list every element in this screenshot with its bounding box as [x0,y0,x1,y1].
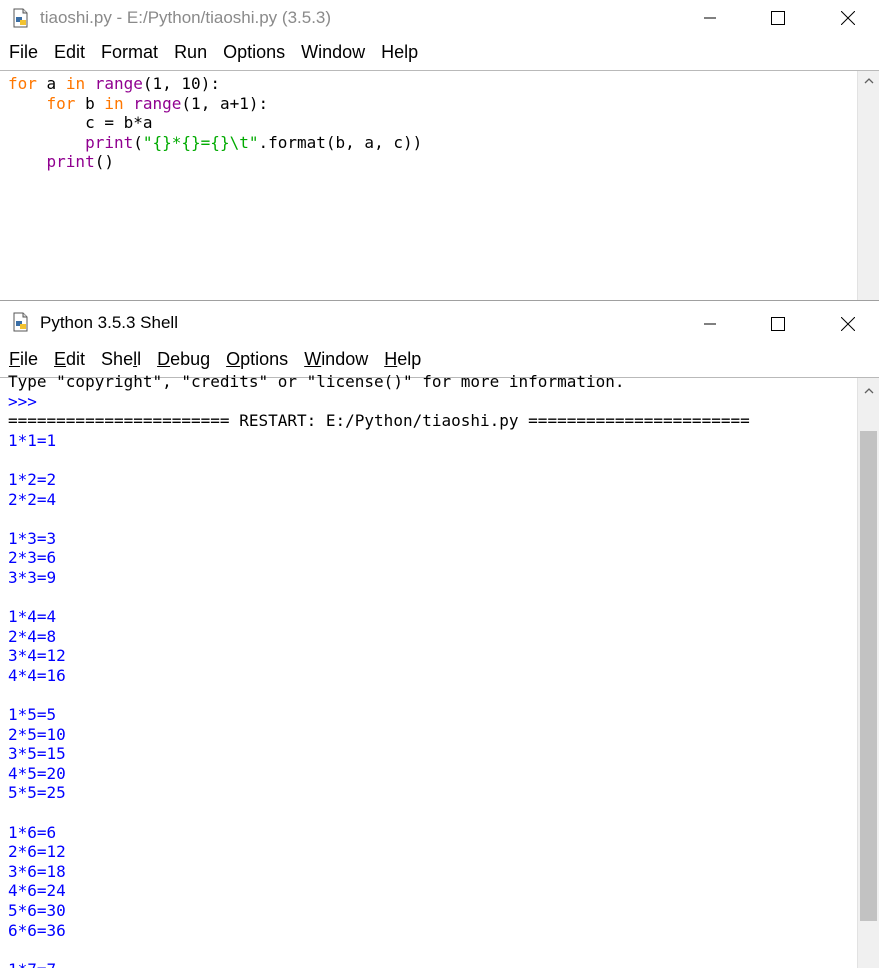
output-line: 1*1=1 [8,430,57,450]
output-line: 2*6=12 [8,842,66,862]
maximize-icon [771,317,785,331]
output-line: 1*2=2 [8,469,57,489]
menu-format[interactable]: Format [93,36,166,69]
shell-prompt: >>> [8,391,37,411]
output-line: 2*2=4 [8,489,57,509]
minimize-icon [704,323,716,325]
menu-shell[interactable]: Shell [93,343,149,376]
editor-titlebar[interactable]: tiaoshi.py - E:/Python/tiaoshi.py (3.5.3… [0,0,879,36]
output-line: 6*6=36 [8,920,66,940]
window-title: Python 3.5.3 Shell [40,313,178,332]
minimize-button[interactable] [687,301,733,347]
shell-output-pane[interactable]: Type "copyright", "credits" or "license(… [0,372,879,968]
editor-menubar: File Edit Format Run Options Window Help [0,36,879,69]
info-line: Type "copyright", "credits" or "license(… [8,372,625,391]
shell-text[interactable]: Type "copyright", "credits" or "license(… [8,372,750,968]
maximize-icon [771,11,785,25]
output-line: 4*5=20 [8,763,66,783]
output-line: 1*4=4 [8,607,57,627]
editor-window: tiaoshi.py - E:/Python/tiaoshi.py (3.5.3… [0,0,879,300]
menu-window[interactable]: Window [296,343,376,376]
python-file-icon [13,312,28,332]
scroll-up-button[interactable] [858,71,879,91]
output-line: 3*5=15 [8,744,66,764]
output-line: 4*4=16 [8,665,66,685]
output-line: 4*6=24 [8,881,66,901]
menu-file[interactable]: File [1,343,46,376]
menu-window[interactable]: Window [293,36,373,69]
output-line: 1*6=6 [8,822,57,842]
restart-line: ======================= RESTART: E:/Pyth… [8,411,750,431]
output-line: 2*4=8 [8,626,57,646]
window-title: tiaoshi.py - E:/Python/tiaoshi.py (3.5.3… [40,8,332,27]
output-line: 1*5=5 [8,705,57,725]
chevron-up-icon [864,388,873,394]
close-button[interactable] [825,301,871,347]
maximize-button[interactable] [755,0,801,36]
scroll-thumb[interactable] [860,431,877,921]
code-editor[interactable]: for a in range(1, 10): for b in range(1,… [0,70,879,300]
menu-edit[interactable]: Edit [46,343,93,376]
program-output: 1*1=1 1*2=2 2*2=4 1*3=3 2*3=6 3*3=9 1*4=… [8,431,66,968]
output-line: 3*4=12 [8,646,66,666]
shell-titlebar[interactable]: Python 3.5.3 Shell [0,301,879,341]
output-line: 3*6=18 [8,861,66,881]
menu-help[interactable]: Help [376,343,429,376]
maximize-button[interactable] [755,301,801,347]
source-code[interactable]: for a in range(1, 10): for b in range(1,… [8,74,422,172]
menu-edit[interactable]: Edit [46,36,93,69]
output-line: 3*3=9 [8,567,57,587]
output-line: 5*6=30 [8,901,66,921]
close-icon [841,11,855,25]
editor-scrollbar[interactable] [857,71,879,300]
close-button[interactable] [825,0,871,36]
minimize-icon [704,17,716,19]
shell-scrollbar[interactable] [857,378,879,968]
chevron-up-icon [864,78,873,84]
menu-run[interactable]: Run [166,36,215,69]
menu-options[interactable]: Options [215,36,293,69]
menu-file[interactable]: File [1,36,46,69]
menu-debug[interactable]: Debug [149,343,218,376]
python-file-icon [13,8,28,28]
minimize-button[interactable] [687,0,733,36]
menu-options[interactable]: Options [218,343,296,376]
output-line: 2*3=6 [8,548,57,568]
close-icon [841,317,855,331]
menu-help[interactable]: Help [373,36,426,69]
shell-window: Python 3.5.3 Shell File Edit Shell Debug… [0,300,879,968]
output-line: 1*3=3 [8,528,57,548]
output-line: 5*5=25 [8,783,66,803]
scroll-up-button[interactable] [858,381,879,401]
output-line: 2*5=10 [8,724,66,744]
